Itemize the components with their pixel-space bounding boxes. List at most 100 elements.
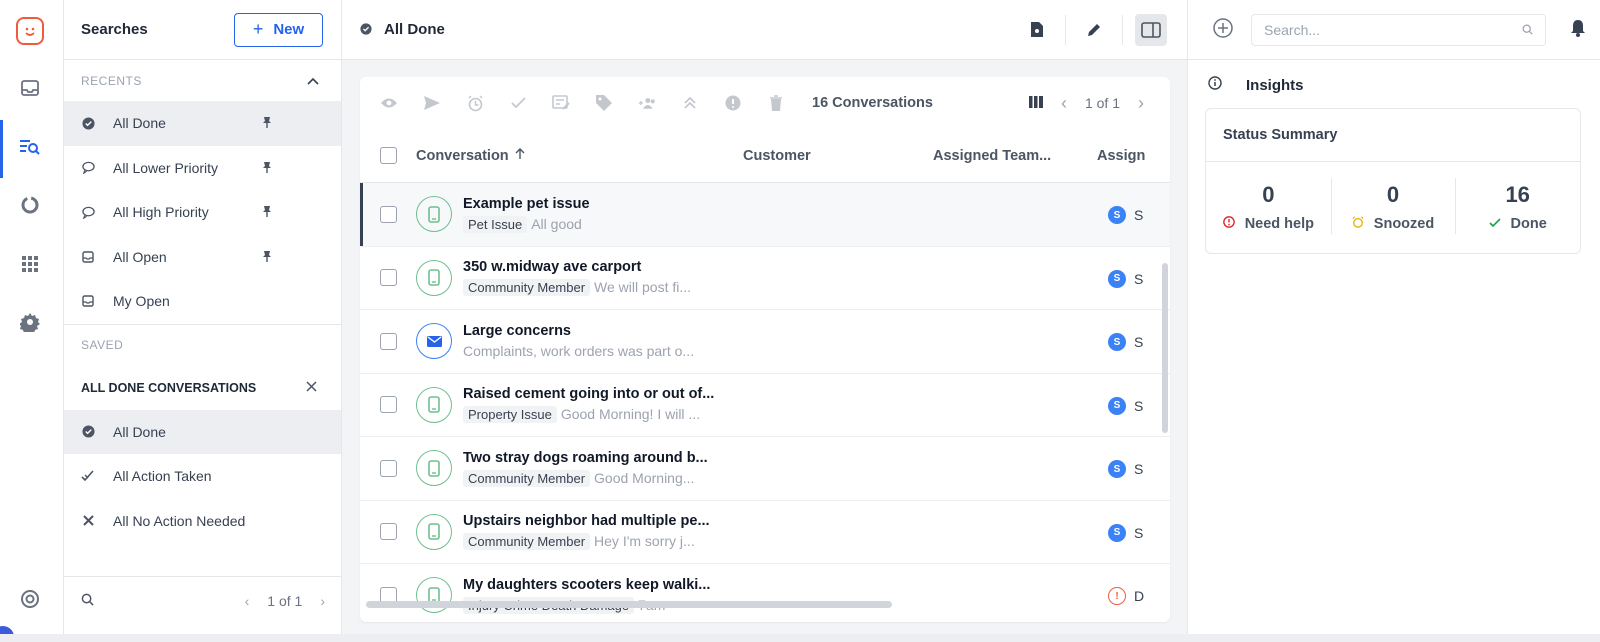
send-icon[interactable] [423,94,441,112]
table-row[interactable]: Large concerns Complaints, work orders wa… [360,310,1170,374]
priority-chevrons-icon[interactable] [681,94,699,112]
alert-avatar-icon: ! [1108,587,1126,605]
row-checkbox[interactable] [380,523,397,541]
table-row[interactable]: Upstairs neighbor had multiple pe... Comm… [360,501,1170,564]
table-row[interactable]: 350 w.midway ave carport Community Member… [360,247,1170,310]
new-search-button[interactable]: + New [234,12,323,47]
searches-title: Searches [81,21,148,38]
row-checkbox[interactable] [380,332,397,350]
column-conversation[interactable]: Conversation [416,148,743,164]
conversation-text: Example pet issue Pet Issue All good [463,196,753,233]
status-summary-title: Status Summary [1206,109,1580,162]
row-checkbox[interactable] [380,269,397,287]
header-tools [1021,13,1167,46]
rail-active-indicator [0,120,3,178]
apps-grid-icon[interactable] [18,252,42,276]
app-logo-icon[interactable] [16,17,44,45]
recent-item-all-open[interactable]: All Open [64,235,341,280]
inbox-icon[interactable] [18,76,42,100]
assign-users-icon[interactable] [638,94,656,112]
columns-icon[interactable] [1028,95,1043,111]
recent-item-all-high-priority[interactable]: All High Priority [64,190,341,235]
chevron-up-icon[interactable] [307,74,319,88]
reports-icon[interactable] [18,193,42,217]
row-checkbox[interactable] [380,396,397,414]
pin-icon[interactable] [262,161,272,177]
horizontal-scrollbar[interactable] [366,601,892,608]
recent-item-my-open[interactable]: My Open [64,279,341,324]
conversation-subject[interactable]: 350 w.midway ave carport [463,259,753,275]
table-row[interactable]: Example pet issue Pet Issue All good S S [360,183,1170,247]
settings-gear-icon[interactable] [18,310,42,334]
recents-section-label[interactable]: RECENTS [64,60,341,101]
row-checkbox[interactable] [380,205,397,223]
info-alert-icon[interactable] [724,94,742,112]
form-edit-icon[interactable] [552,94,570,112]
chevron-right-icon[interactable]: › [1138,93,1144,114]
vertical-scrollbar[interactable] [1162,263,1168,433]
conversation-subject[interactable]: Two stray dogs roaming around b... [463,450,753,466]
saved-group-header[interactable]: ALL DONE CONVERSATIONS [64,366,341,410]
pin-icon[interactable] [262,205,272,221]
conversation-subject[interactable]: Example pet issue [463,196,753,212]
conversation-subject[interactable]: Raised cement going into or out of... [463,386,753,402]
chevron-left-icon[interactable]: ‹ [1061,93,1067,114]
tool-separator [1065,14,1066,45]
search-icon[interactable] [1522,22,1533,38]
stat-need-help[interactable]: 0 Need help [1206,162,1331,252]
column-customer[interactable]: Customer [743,148,933,164]
stat-done[interactable]: 16 Done [1455,162,1580,252]
conversation-tag: Property Issue [463,406,557,424]
alarm-clock-icon[interactable] [466,94,484,112]
edit-pencil-icon[interactable] [1078,14,1110,46]
global-search-field[interactable]: Search... [1251,13,1546,46]
toggle-sidepanel-icon[interactable] [1135,13,1167,46]
recent-item-all-lower-priority[interactable]: All Lower Priority [64,146,341,191]
stat-label-row: Need help [1222,216,1314,232]
search-icon[interactable] [81,593,94,609]
avatar: S [1108,206,1126,224]
stat-snoozed[interactable]: 0 Snoozed [1330,162,1456,252]
notification-bell-icon[interactable] [1570,19,1586,40]
checkmark-icon[interactable] [509,94,527,112]
conversation-subject[interactable]: Upstairs neighbor had multiple pe... [463,513,753,529]
assignee-cell: SS [1108,396,1143,415]
conversation-subject[interactable]: My daughters scooters keep walki... [463,577,753,593]
pin-icon[interactable] [262,250,272,266]
phone-channel-icon [416,196,452,233]
conversation-tag: Pet Issue [463,215,528,233]
saved-item-all-action-taken[interactable]: All Action Taken [64,454,341,499]
saved-section-label: SAVED [64,325,341,366]
recent-item-all-done[interactable]: All Done [64,101,341,146]
chevron-right-icon[interactable]: › [320,593,325,609]
pin-icon[interactable] [262,116,272,132]
row-checkbox[interactable] [380,459,397,477]
saved-item-all-done[interactable]: All Done [64,409,341,454]
help-lifebuoy-icon[interactable] [18,587,42,611]
trash-icon[interactable] [767,94,785,112]
x-mark-icon [81,515,95,526]
check-circle-icon [81,425,95,438]
column-assignee[interactable]: Assign [1097,148,1157,164]
select-all-checkbox[interactable] [380,147,397,164]
table-row[interactable]: My daughters scooters keep walki...Injur… [360,564,1170,622]
close-icon[interactable] [306,380,317,395]
column-label: Assign [1097,147,1146,164]
saved-item-all-no-action-needed[interactable]: All No Action Needed [64,499,341,544]
double-check-icon [81,470,95,482]
add-circle-icon[interactable] [1213,18,1233,41]
chevron-left-icon[interactable]: ‹ [245,593,250,609]
global-search-input[interactable]: Search... [1264,22,1320,38]
sort-arrow-up-icon[interactable] [515,147,525,164]
table-row[interactable]: Two stray dogs roaming around b... Commun… [360,437,1170,501]
save-document-icon[interactable] [1021,14,1053,46]
search-list-icon[interactable] [18,135,42,159]
searches-panel: Searches + New RECENTS All Done All Lowe… [64,0,342,642]
table-row[interactable]: Raised cement going into or out of... Pro… [360,374,1170,437]
column-assigned-team[interactable]: Assigned Team... [933,148,1097,164]
tag-icon[interactable] [595,94,613,112]
conversation-subject[interactable]: Large concerns [463,323,753,339]
saved-item-label: All Done [113,423,166,440]
conversation-rows: Example pet issue Pet Issue All good S S 350 … [360,183,1170,622]
eye-icon[interactable] [380,94,398,112]
